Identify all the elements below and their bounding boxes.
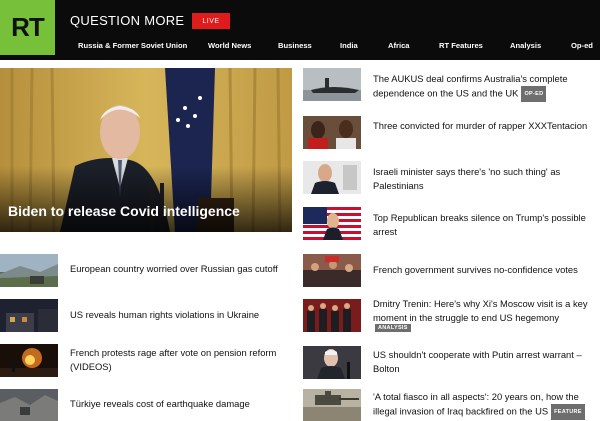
left-headline-3[interactable]: French protests rage after vote on pensi… bbox=[70, 346, 300, 374]
left-headline-1[interactable]: European country worried over Russian ga… bbox=[70, 262, 300, 276]
left-headline-2[interactable]: US reveals human rights violations in Uk… bbox=[70, 308, 300, 322]
nav-item-rt-features[interactable]: RT Features bbox=[439, 41, 483, 50]
right-thumb-8[interactable] bbox=[303, 389, 361, 421]
left-thumb-2[interactable] bbox=[0, 299, 58, 332]
nav-item-analysis[interactable]: Analysis bbox=[510, 41, 541, 50]
left-thumb-4[interactable] bbox=[0, 389, 58, 421]
hero-headline[interactable]: Biden to release Covid intelligence bbox=[8, 203, 240, 219]
right-thumb-6[interactable] bbox=[303, 299, 361, 332]
story-image bbox=[303, 68, 361, 101]
headline-text: 'A total fiasco in all aspects': 20 year… bbox=[373, 391, 579, 417]
live-button[interactable]: LIVE bbox=[192, 13, 230, 29]
nav-item-africa[interactable]: Africa bbox=[388, 41, 410, 50]
top-bar: RT QUESTION MORE LIVE Russia & Former So… bbox=[0, 0, 600, 60]
right-thumb-2[interactable] bbox=[303, 116, 361, 149]
op-ed-badge: OP-ED bbox=[521, 86, 547, 102]
story-image bbox=[0, 299, 58, 332]
story-image bbox=[303, 254, 361, 287]
right-headline-4[interactable]: Top Republican breaks silence on Trump's… bbox=[373, 211, 598, 239]
right-thumb-3[interactable] bbox=[303, 161, 361, 194]
left-thumb-3[interactable] bbox=[0, 344, 58, 377]
right-headline-8[interactable]: 'A total fiasco in all aspects': 20 year… bbox=[373, 390, 598, 420]
right-thumb-7[interactable] bbox=[303, 346, 361, 379]
right-headline-7[interactable]: US shouldn't cooperate with Putin arrest… bbox=[373, 348, 598, 376]
story-image bbox=[0, 344, 58, 377]
story-image bbox=[0, 254, 58, 287]
nav-item-india[interactable]: India bbox=[340, 41, 358, 50]
nav-item-world-news[interactable]: World News bbox=[208, 41, 251, 50]
story-image bbox=[303, 161, 361, 194]
nav-item-op-ed[interactable]: Op-ed bbox=[571, 41, 593, 50]
logo-text: RT bbox=[11, 12, 45, 42]
tagline: QUESTION MORE bbox=[70, 13, 185, 28]
story-image bbox=[303, 207, 361, 240]
right-thumb-1[interactable] bbox=[303, 68, 361, 101]
feature-badge: FEATURE bbox=[551, 404, 585, 420]
nav-item-russia[interactable]: Russia & Former Soviet Union bbox=[78, 41, 187, 50]
right-thumb-4[interactable] bbox=[303, 207, 361, 240]
right-headline-3[interactable]: Israeli minister says there's 'no such t… bbox=[373, 165, 598, 193]
right-headline-2[interactable]: Three convicted for murder of rapper XXX… bbox=[373, 119, 598, 133]
right-headline-1[interactable]: The AUKUS deal confirms Australia's comp… bbox=[373, 72, 598, 102]
left-headline-4[interactable]: Türkiye reveals cost of earthquake damag… bbox=[70, 397, 300, 411]
story-image bbox=[0, 389, 58, 421]
rt-logo[interactable]: RT bbox=[0, 0, 55, 55]
right-headline-6[interactable]: Dmitry Trenin: Here's why Xi's Moscow vi… bbox=[373, 297, 598, 325]
analysis-badge: ANALYSIS bbox=[375, 324, 411, 332]
right-thumb-5[interactable] bbox=[303, 254, 361, 287]
story-image bbox=[303, 299, 361, 332]
right-headline-5[interactable]: French government survives no-confidence… bbox=[373, 263, 598, 277]
story-image bbox=[303, 389, 361, 421]
hero-story[interactable]: Biden to release Covid intelligence bbox=[0, 68, 292, 232]
story-image bbox=[303, 346, 361, 379]
nav-item-business[interactable]: Business bbox=[278, 41, 312, 50]
story-image bbox=[303, 116, 361, 149]
left-thumb-1[interactable] bbox=[0, 254, 58, 287]
